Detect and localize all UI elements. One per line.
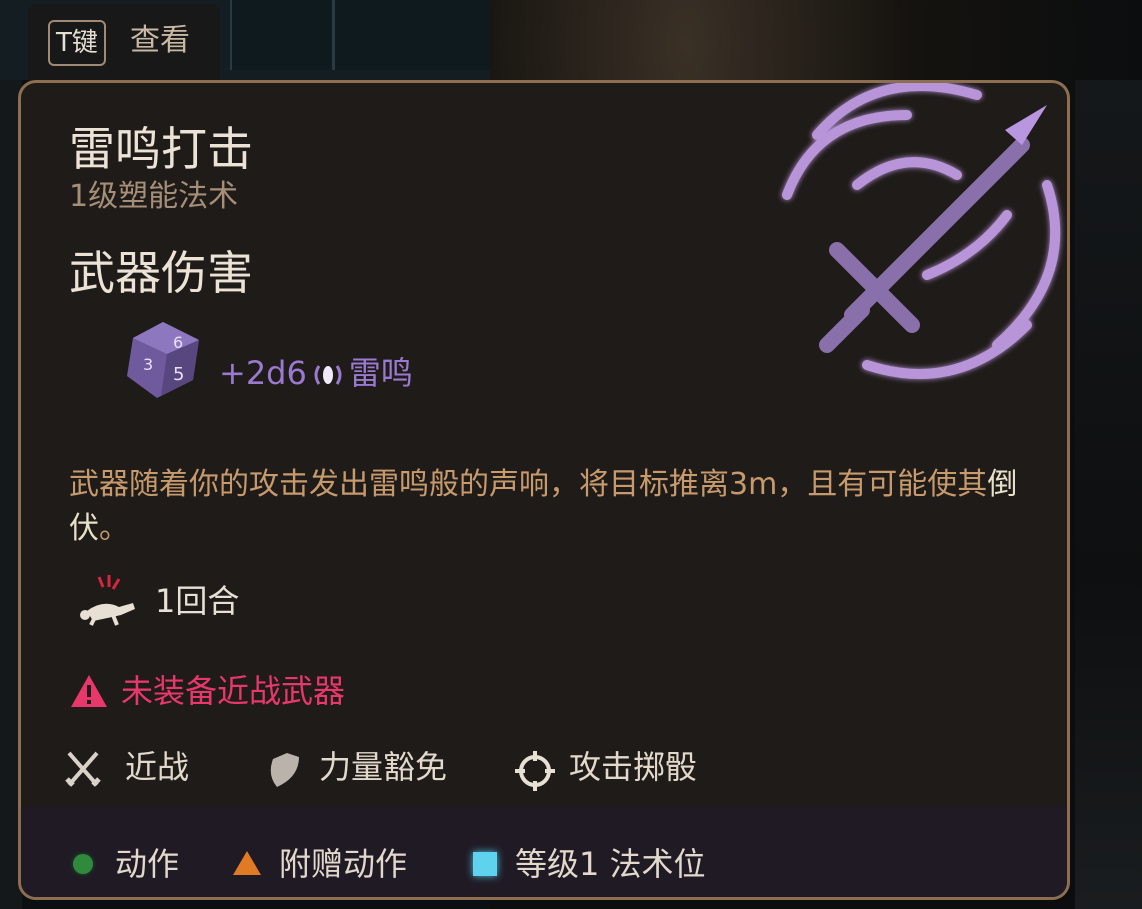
inspect-hint[interactable]: T键 查看 — [28, 4, 220, 82]
spell-properties: 近战 力量豁免 攻击掷骰 — [63, 743, 963, 793]
crosshair-icon — [515, 751, 555, 791]
action-costs: 动作 附赠动作 等级1 法术位 — [73, 841, 973, 889]
duration-text: 1回合 — [155, 582, 240, 620]
damage-dice: +2d6 — [219, 354, 307, 392]
svg-text:6: 6 — [173, 333, 183, 352]
description-text: 武器随着你的攻击发出雷鸣般的声响，将目标推离3m，且有可能使其 — [69, 467, 988, 502]
property-melee-label: 近战 — [125, 748, 190, 786]
svg-text:3: 3 — [143, 355, 153, 374]
t-key-chip: T键 — [48, 20, 106, 66]
thunderous-smite-spell-icon — [782, 83, 1061, 379]
spell-level-school: 1级塑能法术 — [69, 179, 239, 214]
shield-icon — [270, 753, 299, 787]
thunder-damage-icon — [314, 365, 342, 385]
damage-line: +2d6 雷鸣 — [219, 351, 413, 395]
bonus-action-triangle-icon — [233, 851, 261, 875]
d6-dice-icon: 6 3 5 — [127, 322, 199, 398]
spell-title: 雷鸣打击 — [69, 122, 253, 176]
crossed-swords-icon — [65, 751, 101, 787]
svg-text:5: 5 — [173, 364, 184, 385]
damage-type: 雷鸣 — [348, 354, 413, 392]
spell-description: 武器随着你的攻击发出雷鸣般的声响，将目标推离3m，且有可能使其倒伏。 — [69, 463, 1049, 551]
inspect-label: 查看 — [130, 23, 190, 58]
background-right — [1075, 80, 1142, 909]
property-attack-roll-label: 攻击掷骰 — [569, 748, 698, 786]
warning-icon — [71, 675, 107, 707]
background-inventory-grid — [230, 0, 490, 70]
warning-text: 未装备近战武器 — [121, 672, 346, 710]
spell-slot-square-icon — [473, 852, 497, 876]
action-circle-icon — [73, 854, 93, 874]
cost-spell-slot-label: 等级1 法术位 — [515, 845, 706, 883]
prone-condition-icon — [80, 575, 135, 626]
property-saving-throw-label: 力量豁免 — [319, 748, 448, 786]
cost-bonus-action-label: 附赠动作 — [279, 845, 408, 883]
description-end: 。 — [99, 511, 129, 546]
cost-action-label: 动作 — [115, 845, 180, 883]
spell-tooltip: 雷鸣打击 1级塑能法术 武器伤害 6 3 5 +2d6 雷鸣 武器随着你的攻击发… — [18, 80, 1070, 900]
section-weapon-damage: 武器伤害 — [69, 246, 253, 300]
